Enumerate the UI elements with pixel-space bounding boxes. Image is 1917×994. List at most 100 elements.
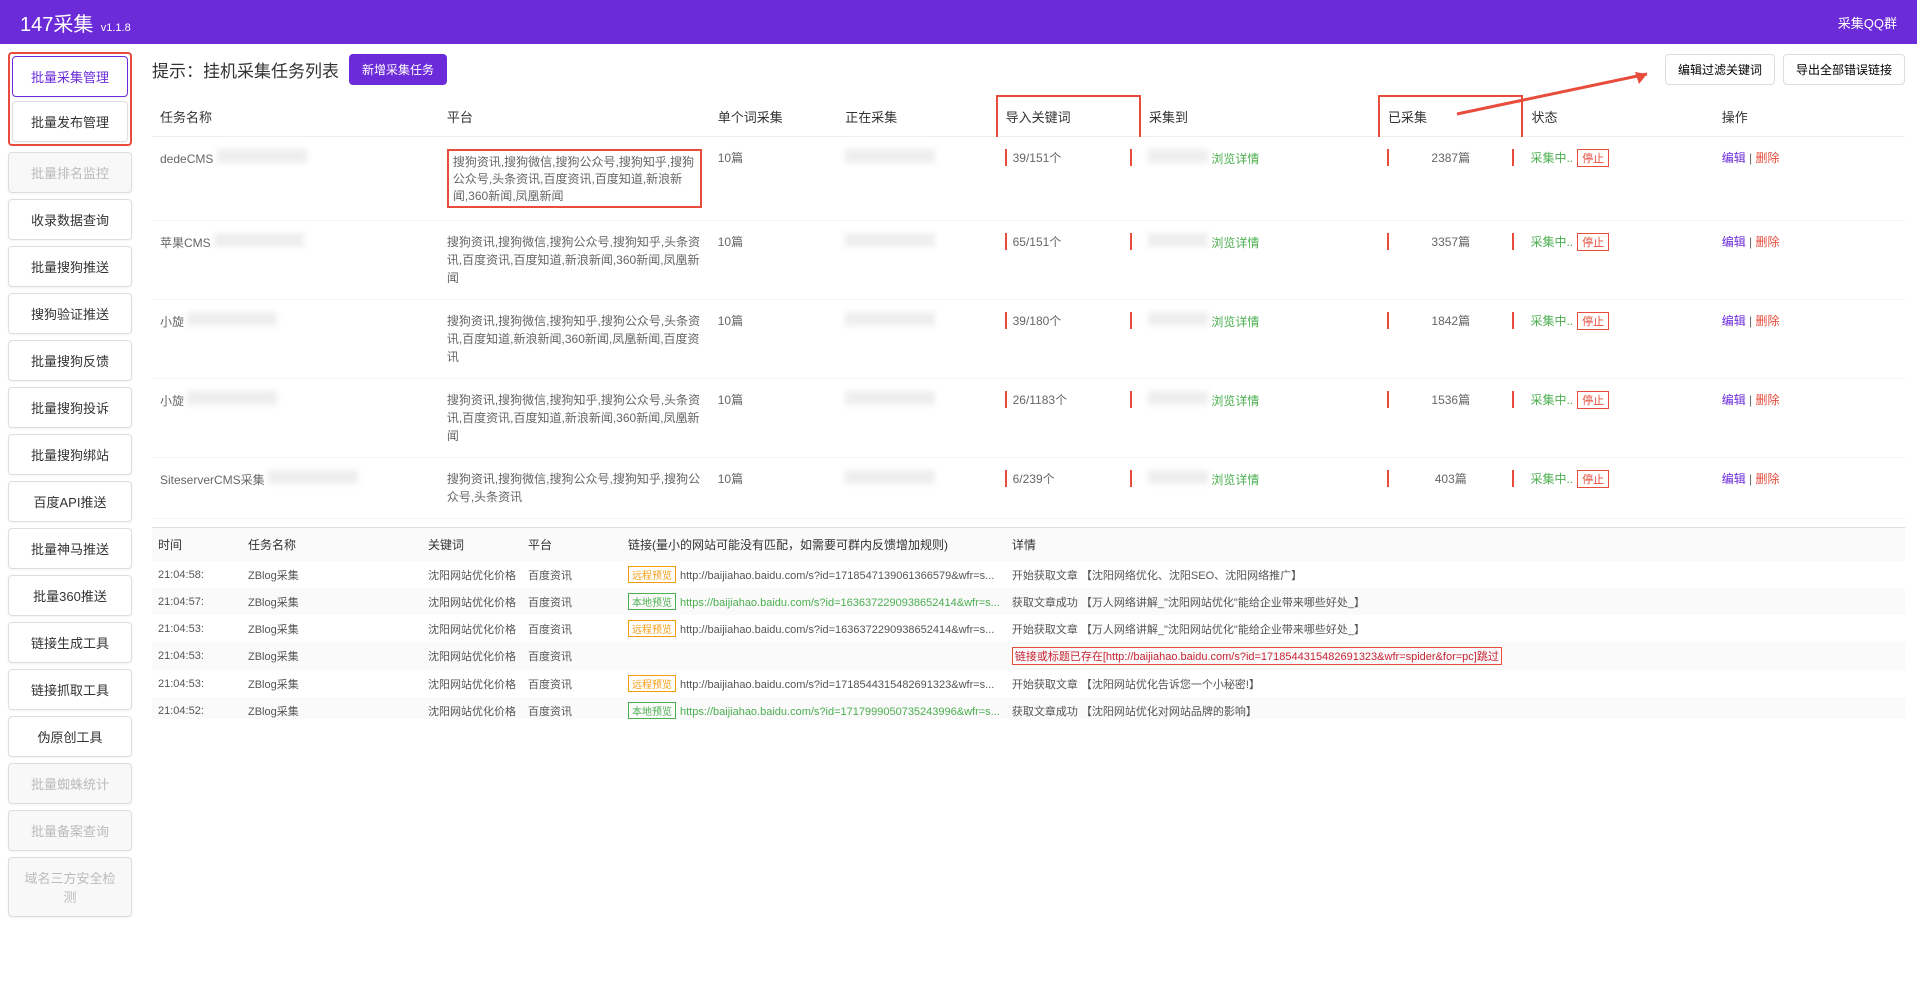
log-keyword: 沈阳网站优化价格 — [422, 697, 522, 719]
sidebar-item-sogou-bind[interactable]: 批量搜狗绑站 — [8, 434, 132, 475]
sidebar-item-sogou-feedback[interactable]: 批量搜狗反馈 — [8, 340, 132, 381]
log-url[interactable]: https://baijiahao.baidu.com/s?id=1636372… — [680, 597, 1000, 609]
sidebar-item-link-gen[interactable]: 链接生成工具 — [8, 622, 132, 663]
sidebar-item-beian-query: 批量备案查询 — [8, 810, 132, 851]
log-task: ZBlog采集 — [242, 588, 422, 615]
log-url[interactable]: https://baijiahao.baidu.com/s?id=1717999… — [680, 706, 1000, 718]
log-time: 21:04:53: — [152, 670, 242, 697]
collected-count: 1536篇 — [1387, 391, 1514, 408]
sidebar-item-sogou-verify[interactable]: 搜狗验证推送 — [8, 293, 132, 334]
blurred-text — [1148, 391, 1208, 405]
log-th-link: 链接(量小的网站可能没有匹配，如需要可群内反馈增加规则) — [622, 528, 1006, 561]
local-preview-tag[interactable]: 本地预览 — [628, 593, 676, 610]
table-row: SiteserverCMS采集 搜狗资讯,搜狗微信,搜狗公众号,搜狗知乎,搜狗公… — [152, 458, 1905, 519]
filter-keywords-button[interactable]: 编辑过滤关键词 — [1665, 54, 1775, 85]
th-platform: 平台 — [439, 96, 710, 137]
log-url[interactable]: http://baijiahao.baidu.com/s?id=17185471… — [680, 570, 994, 582]
blurred-text — [1148, 233, 1208, 247]
log-keyword: 沈阳网站优化价格 — [422, 642, 522, 670]
log-row: 21:04:53:ZBlog采集沈阳网站优化价格百度资讯链接或标题已存在[htt… — [152, 642, 1905, 670]
log-time: 21:04:52: — [152, 697, 242, 719]
delete-link[interactable]: 删除 — [1756, 314, 1780, 328]
keyword-count: 65/151个 — [1005, 233, 1132, 250]
log-table: 时间 任务名称 关键词 平台 链接(量小的网站可能没有匹配，如需要可群内反馈增加… — [152, 528, 1905, 719]
log-platform: 百度资讯 — [522, 615, 622, 642]
keyword-count: 39/180个 — [1005, 312, 1132, 329]
sidebar-item-rank-monitor: 批量排名监控 — [8, 152, 132, 193]
browse-detail-link[interactable]: 浏览详情 — [1211, 473, 1259, 487]
log-task: ZBlog采集 — [242, 670, 422, 697]
sidebar-item-sogou-complain[interactable]: 批量搜狗投诉 — [8, 387, 132, 428]
status-text: 采集中.. — [1530, 314, 1573, 328]
add-task-button[interactable]: 新增采集任务 — [349, 54, 447, 85]
platform-list: 搜狗资讯,搜狗微信,搜狗公众号,搜狗知乎,头条资讯,百度资讯,百度知道,新浪新闻… — [447, 235, 700, 285]
status-text: 采集中.. — [1530, 393, 1573, 407]
edit-link[interactable]: 编辑 — [1722, 314, 1746, 328]
th-collect: 采集到 — [1140, 96, 1379, 137]
app-version: v1.1.8 — [101, 22, 131, 34]
sidebar-item-spider-stats: 批量蜘蛛统计 — [8, 763, 132, 804]
remote-preview-tag[interactable]: 远程预览 — [628, 566, 676, 583]
log-detail: 开始获取文章 【万人网络讲解_"沈阳网站优化"能给企业带来哪些好处_】 — [1012, 624, 1365, 636]
th-single: 单个词采集 — [710, 96, 837, 137]
log-platform: 百度资讯 — [522, 697, 622, 719]
stop-button[interactable]: 停止 — [1577, 149, 1609, 167]
remote-preview-tag[interactable]: 远程预览 — [628, 620, 676, 637]
collected-count: 403篇 — [1387, 470, 1514, 487]
log-row: 21:04:58:ZBlog采集沈阳网站优化价格百度资讯远程预览http://b… — [152, 561, 1905, 588]
stop-button[interactable]: 停止 — [1577, 312, 1609, 330]
log-url[interactable]: http://baijiahao.baidu.com/s?id=16363722… — [680, 624, 994, 636]
edit-link[interactable]: 编辑 — [1722, 472, 1746, 486]
browse-detail-link[interactable]: 浏览详情 — [1211, 152, 1259, 166]
edit-link[interactable]: 编辑 — [1722, 151, 1746, 165]
header-title-wrap: 147采集 v1.1.8 — [20, 8, 131, 37]
delete-link[interactable]: 删除 — [1756, 393, 1780, 407]
blurred-text — [845, 391, 935, 405]
sidebar-item-360-push[interactable]: 批量360推送 — [8, 575, 132, 616]
browse-detail-link[interactable]: 浏览详情 — [1211, 394, 1259, 408]
edit-link[interactable]: 编辑 — [1722, 235, 1746, 249]
sidebar: 批量采集管理 批量发布管理 批量排名监控 收录数据查询 批量搜狗推送 搜狗验证推… — [0, 44, 140, 931]
blurred-text — [845, 233, 935, 247]
collected-count: 1842篇 — [1387, 312, 1514, 329]
log-row: 21:04:57:ZBlog采集沈阳网站优化价格百度资讯本地预览https://… — [152, 588, 1905, 615]
stop-button[interactable]: 停止 — [1577, 391, 1609, 409]
qq-group-link[interactable]: 采集QQ群 — [1838, 13, 1897, 32]
task-name: 小旋 — [160, 394, 184, 408]
stop-button[interactable]: 停止 — [1577, 233, 1609, 251]
edit-link[interactable]: 编辑 — [1722, 393, 1746, 407]
local-preview-tag[interactable]: 本地预览 — [628, 702, 676, 719]
delete-link[interactable]: 删除 — [1756, 151, 1780, 165]
sidebar-item-index-query[interactable]: 收录数据查询 — [8, 199, 132, 240]
delete-link[interactable]: 删除 — [1756, 235, 1780, 249]
sidebar-item-pseudo-original[interactable]: 伪原创工具 — [8, 716, 132, 757]
delete-link[interactable]: 删除 — [1756, 472, 1780, 486]
th-action: 操作 — [1714, 96, 1905, 137]
sidebar-item-sogou-push[interactable]: 批量搜狗推送 — [8, 246, 132, 287]
blurred-text — [187, 391, 277, 405]
log-task: ZBlog采集 — [242, 642, 422, 670]
sidebar-item-publish-manage[interactable]: 批量发布管理 — [12, 101, 128, 142]
log-platform: 百度资讯 — [522, 588, 622, 615]
log-detail: 获取文章成功 【万人网络讲解_"沈阳网站优化"能给企业带来哪些好处_】 — [1012, 597, 1365, 609]
task-name: 小旋 — [160, 315, 184, 329]
single-count: 10篇 — [710, 458, 837, 519]
log-url[interactable]: http://baijiahao.baidu.com/s?id=17185443… — [680, 679, 994, 691]
blurred-text — [1148, 312, 1208, 326]
log-keyword: 沈阳网站优化价格 — [422, 561, 522, 588]
log-platform: 百度资讯 — [522, 670, 622, 697]
export-errors-button[interactable]: 导出全部错误链接 — [1783, 54, 1905, 85]
blurred-text — [268, 470, 358, 484]
sidebar-item-collect-manage[interactable]: 批量采集管理 — [12, 56, 128, 97]
browse-detail-link[interactable]: 浏览详情 — [1211, 236, 1259, 250]
log-detail-warning: 链接或标题已存在[http://baijiahao.baidu.com/s?id… — [1012, 647, 1502, 665]
browse-detail-link[interactable]: 浏览详情 — [1211, 315, 1259, 329]
remote-preview-tag[interactable]: 远程预览 — [628, 675, 676, 692]
log-keyword: 沈阳网站优化价格 — [422, 588, 522, 615]
log-keyword: 沈阳网站优化价格 — [422, 615, 522, 642]
sidebar-item-shenma-push[interactable]: 批量神马推送 — [8, 528, 132, 569]
sidebar-item-link-crawl[interactable]: 链接抓取工具 — [8, 669, 132, 710]
sidebar-item-baidu-api[interactable]: 百度API推送 — [8, 481, 132, 522]
stop-button[interactable]: 停止 — [1577, 470, 1609, 488]
blurred-text — [845, 470, 935, 484]
